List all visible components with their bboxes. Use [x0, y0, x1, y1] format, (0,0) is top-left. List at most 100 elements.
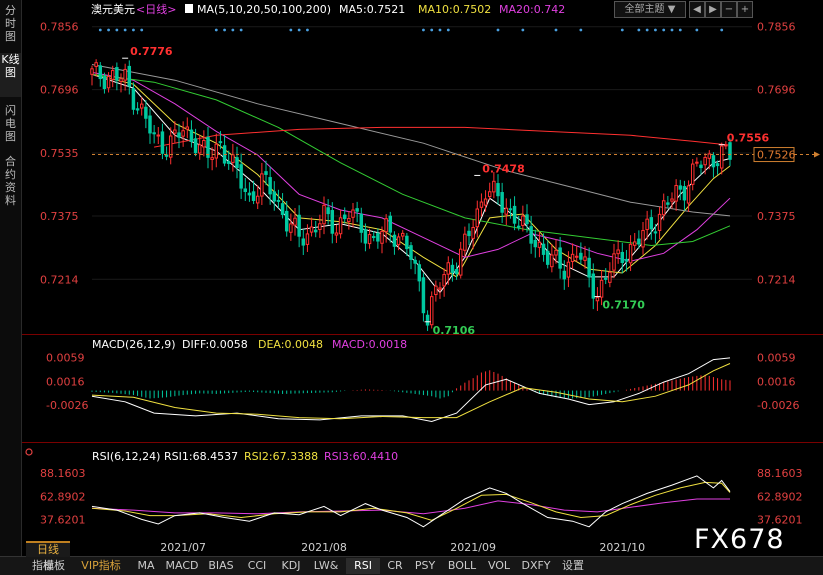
candle-up: [599, 279, 604, 298]
candle-up: [492, 180, 496, 193]
indicator-tab-7[interactable]: KDJ: [276, 558, 306, 574]
candle-down: [330, 210, 335, 234]
candle-down: [500, 192, 504, 213]
candle-down: [405, 235, 409, 250]
candle-down: [342, 214, 347, 220]
indicator-tab-8[interactable]: LW&: [310, 558, 342, 574]
candle-up: [289, 223, 293, 233]
price-tick-left: 0.7535: [40, 147, 79, 160]
candle-up: [396, 236, 401, 246]
indicator-tab-12[interactable]: BOLL: [444, 558, 480, 574]
candle-down: [467, 230, 471, 237]
candle-down: [388, 215, 393, 233]
rsi-settings-icon[interactable]: [25, 448, 33, 456]
candle-up: [322, 204, 326, 225]
indicator-tab-6[interactable]: CCI: [242, 558, 272, 574]
side-tab-contract-info[interactable]: 合约资料: [0, 155, 21, 215]
candle-up: [309, 226, 314, 233]
candle-up: [106, 76, 111, 89]
annotation-label: 0.7776: [130, 45, 173, 58]
signal-dot: [430, 28, 434, 32]
candle-down: [591, 273, 596, 299]
period-label: <日线>: [136, 2, 176, 16]
candle-down: [450, 264, 455, 274]
indicator-tab-15[interactable]: 设置: [558, 558, 588, 574]
indicator-tab-11[interactable]: PSY: [410, 558, 440, 574]
candle-down: [247, 192, 252, 196]
candle-down: [313, 229, 318, 233]
candle-up: [487, 191, 492, 198]
candle-down: [148, 115, 152, 134]
macd-tick-right: 0.0059: [757, 351, 796, 364]
candle-up: [537, 241, 542, 248]
indicator-tab-9[interactable]: RSI: [346, 558, 380, 574]
candle-down: [280, 203, 285, 215]
signal-dot: [289, 28, 293, 32]
ma20-value: MA20:0.742: [499, 3, 565, 16]
indicator-tab-14[interactable]: DXFY: [518, 558, 554, 574]
candle-up: [719, 145, 724, 169]
candle-down: [268, 177, 272, 195]
candle-up: [434, 285, 438, 296]
candle-up: [255, 195, 260, 204]
candle-down: [529, 226, 533, 244]
candle-up: [156, 134, 161, 137]
side-tab-kline[interactable]: K线图: [0, 53, 21, 97]
kline-chart[interactable]: 澳元美元 <日线> MA(5,10,20,50,100,200) MA5:0.7…: [22, 0, 823, 556]
candle-up: [380, 230, 384, 244]
candle-down: [193, 138, 198, 154]
candle-down: [715, 163, 720, 167]
indicator-tab-4[interactable]: MACD: [164, 558, 200, 574]
ma-line-ma200: [154, 126, 731, 148]
indicator-tab-2[interactable]: VIP指标: [74, 558, 128, 574]
candle-down: [127, 65, 132, 87]
signal-dot: [98, 28, 102, 32]
indicator-tab-10[interactable]: CR: [384, 558, 406, 574]
macd-tick-right: 0.0016: [757, 376, 796, 389]
candle-up: [168, 135, 173, 158]
signal-dot: [496, 28, 500, 32]
candle-down: [579, 252, 583, 260]
candle-up: [139, 103, 144, 109]
period-tab[interactable]: 日线: [26, 541, 70, 557]
candle-down: [711, 155, 716, 168]
side-tab-timeshare[interactable]: 分时图: [0, 4, 21, 43]
candle-up: [94, 62, 98, 67]
rsi-tick-left: 37.6201: [40, 514, 86, 527]
candle-up: [318, 223, 322, 231]
signal-dot: [107, 28, 110, 32]
macd-tick-left: -0.0026: [46, 399, 88, 412]
indicator-tab-1[interactable]: 模板: [38, 558, 70, 574]
indicator-tab-13[interactable]: VOL: [484, 558, 514, 574]
signal-dot: [554, 28, 558, 32]
price-tick-left: 0.7856: [40, 21, 79, 34]
candle-up: [566, 261, 571, 278]
candle-up: [334, 232, 339, 236]
signal-dot: [720, 28, 724, 32]
price-tick-right: 0.7214: [757, 273, 796, 286]
indicator-tab-5[interactable]: BIAS: [204, 558, 238, 574]
rsi2-value: RSI2:67.3388: [244, 450, 318, 463]
candle-up: [657, 213, 662, 231]
ma-line-ma20: [91, 71, 731, 262]
signal-dot: [579, 28, 583, 32]
annotation-label: 0.7478: [482, 162, 524, 175]
candle-down: [226, 161, 231, 164]
x-axis-date-label: 2021/08: [301, 541, 347, 554]
signal-dot: [446, 28, 450, 32]
candle-up: [210, 157, 214, 160]
candle-down: [284, 210, 289, 232]
candle-down: [678, 185, 683, 190]
indicator-tab-3[interactable]: MA: [132, 558, 160, 574]
candle-down: [359, 213, 364, 233]
candle-up: [305, 233, 310, 245]
x-axis-date-label: 2021/07: [160, 541, 206, 554]
candle-up: [293, 217, 297, 226]
candle-up: [338, 217, 343, 235]
candle-down: [417, 264, 422, 282]
side-tab-flash[interactable]: 闪电图: [0, 104, 21, 148]
rsi-tick-right: 62.8902: [757, 490, 803, 503]
signal-dot: [223, 28, 226, 32]
signal-dot: [695, 28, 699, 32]
signal-dot: [214, 28, 218, 32]
